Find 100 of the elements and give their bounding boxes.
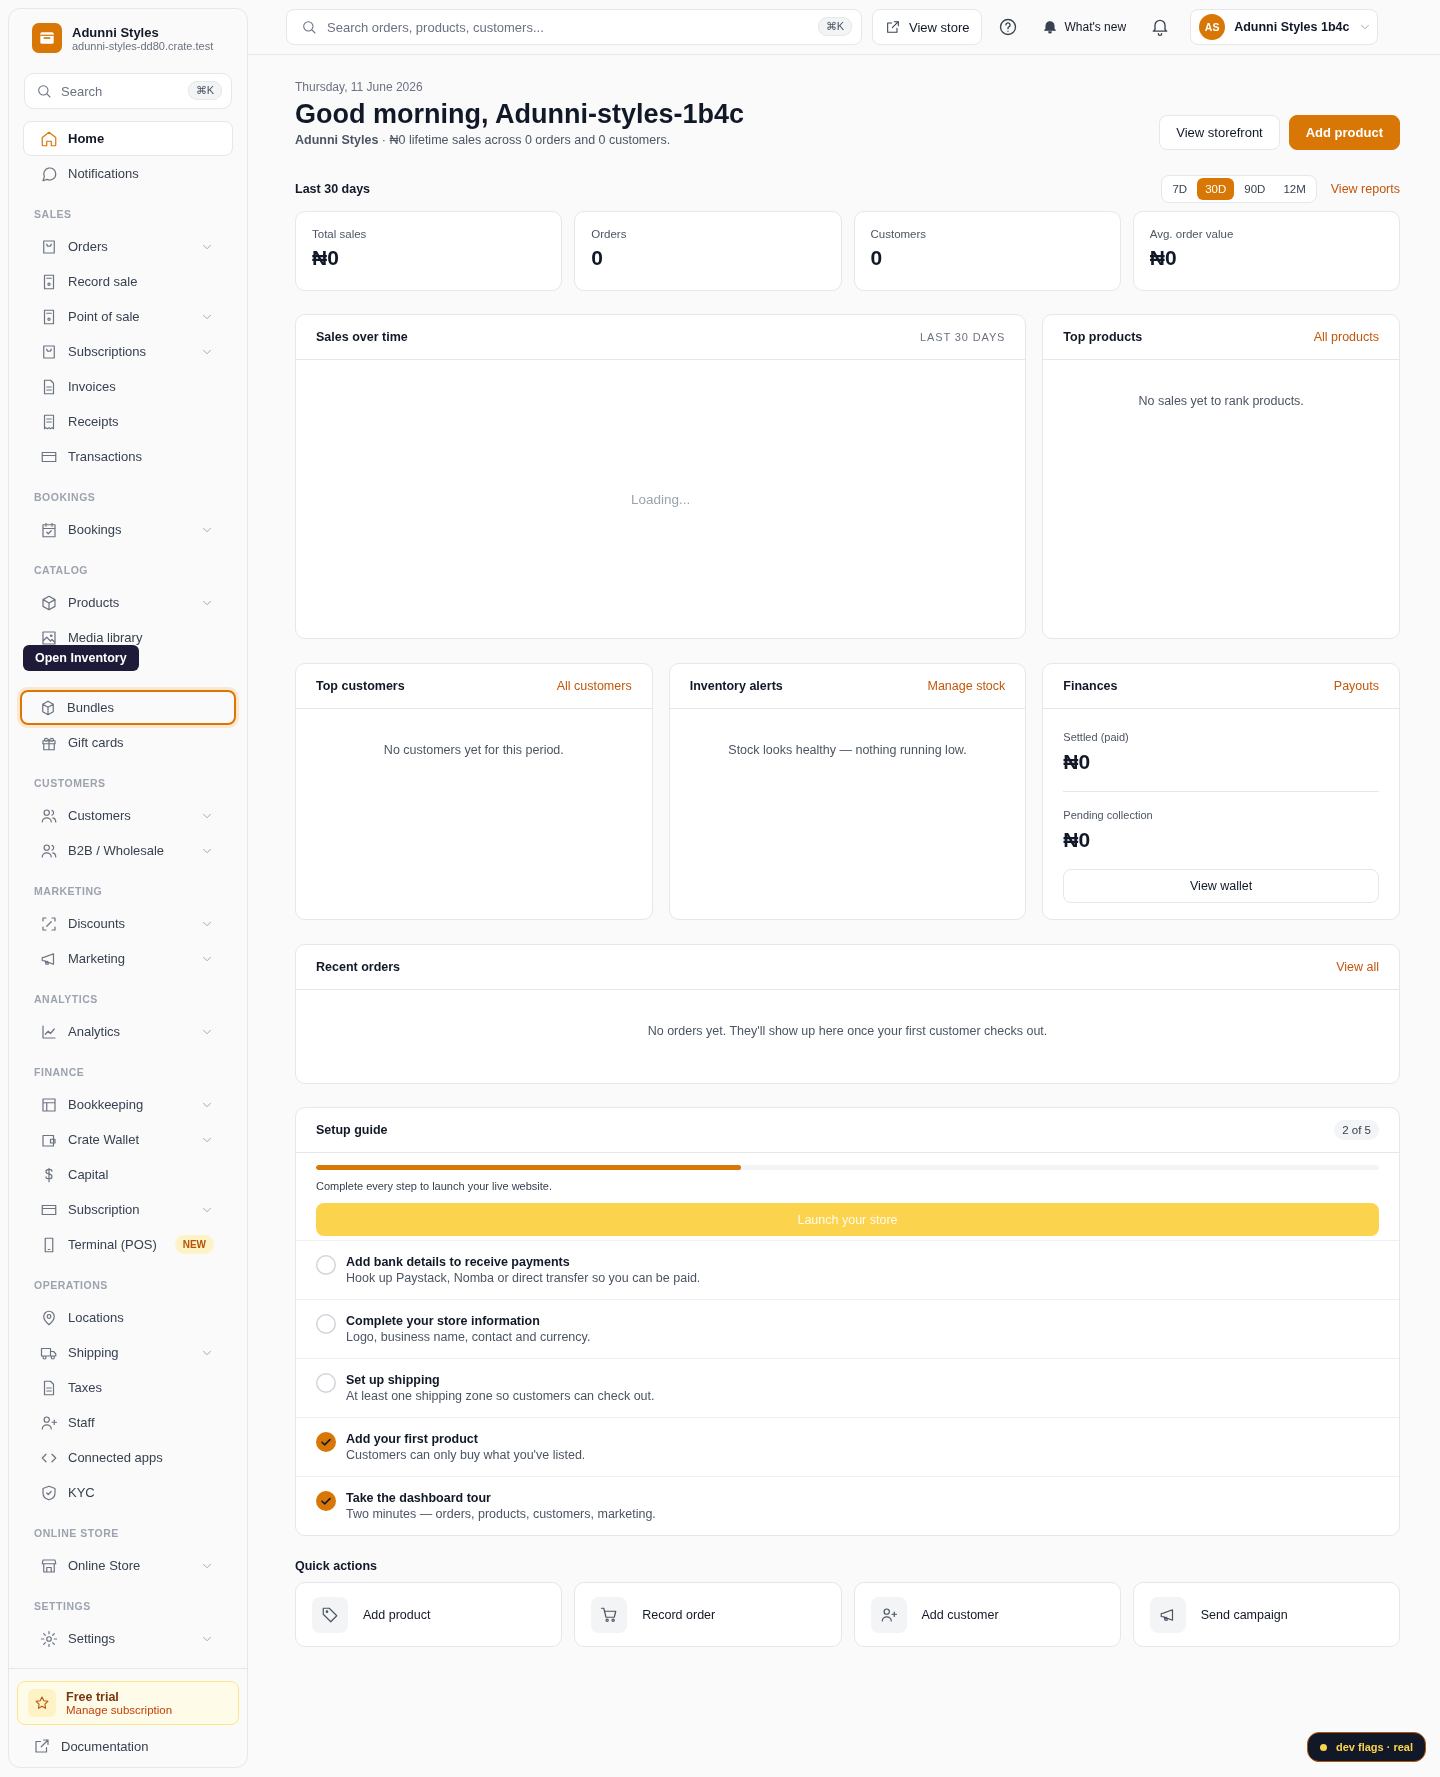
nav-item[interactable]: Customers [23,798,233,833]
step-title: Complete your store information [346,1314,541,1329]
step-description: At least one shipping zone so customers can check out. [346,1389,655,1404]
nav-item[interactable]: Staff [23,1405,233,1440]
stat-label: Customers [870,228,928,241]
payouts-link[interactable]: Payouts [1333,679,1379,694]
nav-item[interactable]: Transactions [23,439,233,474]
step-title: Set up shipping [346,1373,441,1388]
empty-message: Stock looks healthy — nothing running low. [728,743,967,760]
account-name: Adunni Styles 1b4c [1234,20,1350,34]
view-wallet-button[interactable]: View wallet [1063,869,1379,904]
view-storefront-button[interactable]: View storefront [1159,115,1280,151]
nav-item[interactable]: Subscriptions [23,334,233,369]
setup-step[interactable]: Add bank details to receive payments Hook up Paystack, Nomba or direct transfer so you can be paid. [296,1240,1399,1300]
nav-item[interactable]: Gift cards [23,725,233,760]
store-logo-icon [32,23,62,53]
all-customers-link[interactable]: All customers [556,679,632,694]
view-store-button[interactable]: View store [872,9,983,45]
shopping-bag-icon [40,237,58,256]
trial-title: Free trial [66,1690,120,1704]
calendar-icon [40,520,58,539]
panel-title: Inventory alerts [689,679,783,694]
nav-item[interactable]: Taxes [23,1370,233,1405]
dev-flags-badge[interactable]: dev flags · real [1306,1732,1426,1762]
nav-item[interactable]: Products [23,585,233,620]
panel-title: Recent orders [316,960,401,975]
section-heading: CUSTOMERS [33,776,107,791]
empty-message: No sales yet to rank products. [1138,394,1304,411]
finance-value: ₦0 [1063,828,1092,853]
whats-new-button[interactable]: What's new [1034,19,1135,35]
finance-label: Pending collection [1063,809,1154,822]
view-reports-link[interactable]: View reports [1330,182,1400,197]
nav-item[interactable]: Invoices [23,369,233,404]
nav-item[interactable]: Crate Wallet [23,1122,233,1157]
stat-value: 0 [591,246,604,271]
nav-item[interactable]: Subscription [23,1192,233,1227]
period-option[interactable]: 7D [1164,178,1196,201]
nav-item[interactable]: Receipts [23,404,233,439]
bell-icon [1042,19,1059,35]
nav-item[interactable]: Terminal (POS) NEW [23,1227,233,1262]
stat-label: Orders [591,228,628,241]
panel-title: Top customers [316,679,405,694]
nav-item[interactable]: Settings [23,1621,233,1656]
section-heading: ONLINE STORE [33,1526,120,1541]
table-icon [40,1095,58,1114]
step-description: Logo, business name, contact and currency. [346,1330,591,1345]
quick-action-card[interactable]: Send campaign [1132,1582,1400,1648]
manage-stock-link[interactable]: Manage stock [927,679,1006,694]
nav-item[interactable]: KYC [23,1475,233,1510]
step-description: Hook up Paystack, Nomba or direct transfer so you can be paid. [346,1271,701,1286]
greeting-title: Good morning, Adunni-styles-1b4c [295,98,745,131]
help-icon[interactable] [998,17,1019,37]
view-all-link[interactable]: View all [1336,960,1379,975]
finance-value: ₦0 [1063,750,1092,775]
manage-subscription-link[interactable]: Manage subscription [66,1704,173,1716]
nav-item[interactable]: Point of sale [23,299,233,334]
home-icon [40,129,58,148]
quick-action-card[interactable]: Record order [574,1582,842,1648]
section-heading: SALES [33,207,73,222]
setup-step[interactable]: Take the dashboard tour Two minutes — orders, products, customers, marketing. [296,1476,1399,1536]
documentation-link[interactable]: Documentation [17,1725,239,1759]
cart-icon [600,1605,619,1624]
nav-item[interactable]: Analytics [23,1014,233,1049]
quick-action-card[interactable]: Add customer [853,1582,1121,1648]
nav-item[interactable]: Home [23,121,233,156]
stat-label: Total sales [312,228,368,241]
loading-text: Loading... [631,491,691,507]
nav-item[interactable]: Discounts [23,906,233,941]
panel-title: Top products [1063,330,1143,345]
section-heading: FINANCE [33,1065,86,1080]
cube-icon [40,593,58,612]
account-menu[interactable]: AS Adunni Styles 1b4c [1190,9,1379,45]
star-icon [34,1695,50,1711]
quick-action-card[interactable]: Add product [295,1582,563,1648]
setup-step[interactable]: Complete your store information Logo, business name, contact and currency. [296,1299,1399,1359]
store-domain: adunni-styles-dd80.crate.test [72,39,214,52]
nav-item[interactable]: Connected apps [23,1440,233,1475]
nav-item[interactable]: Locations [23,1300,233,1335]
nav-item[interactable]: Bookkeeping [23,1087,233,1122]
nav-item[interactable]: Bookings [23,512,233,547]
shield-icon [40,1483,58,1502]
nav-item[interactable]: Online Store [23,1548,233,1583]
nav-item[interactable]: Record sale [23,264,233,299]
nav-item[interactable]: Capital [23,1157,233,1192]
all-products-link[interactable]: All products [1313,330,1379,345]
nav-item[interactable]: Bundles [20,690,236,725]
nav-item[interactable]: Marketing [23,941,233,976]
shopping-bag-icon [40,342,58,361]
setup-step[interactable]: Set up shipping At least one shipping zone so customers can check out. [296,1358,1399,1418]
stat-value: ₦0 [312,246,340,271]
section-heading: SETTINGS [33,1599,92,1614]
period-option[interactable]: 90D [1236,178,1274,201]
nav-item[interactable]: Notifications [23,156,233,191]
nav-item[interactable]: Shipping [23,1335,233,1370]
period-option[interactable]: 12M [1275,178,1314,201]
free-trial-card[interactable]: Free trial Manage subscription [17,1681,239,1725]
avatar: AS [1199,14,1226,40]
setup-step[interactable]: Add your first product Customers can only buy what you've listed. [296,1417,1399,1477]
nav-item[interactable]: B2B / Wholesale [23,833,233,868]
nav-item[interactable]: Orders [23,229,233,264]
